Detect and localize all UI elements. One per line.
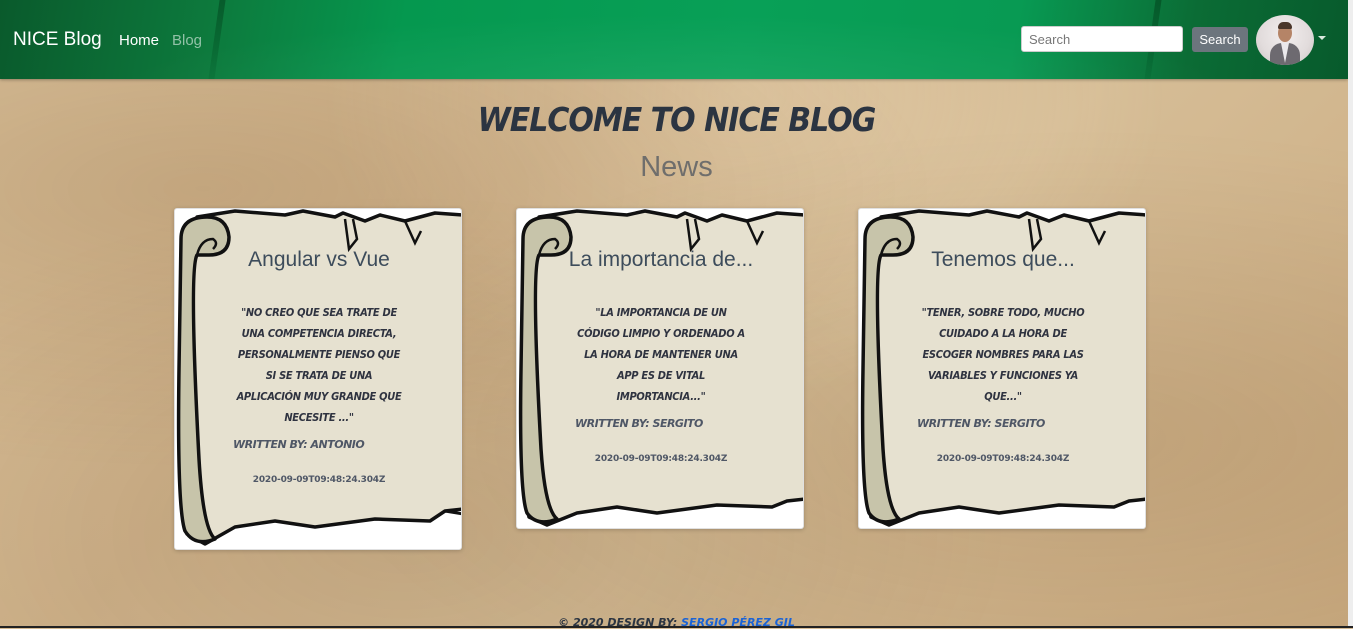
post-author: Written by: Sergito — [575, 417, 703, 430]
chevron-down-icon[interactable] — [1318, 36, 1326, 40]
post-title[interactable]: La importancia de... — [517, 248, 803, 272]
scrollbar[interactable] — [1348, 0, 1353, 628]
post-date: 2020-09-09T09:48:24.304Z — [594, 454, 728, 464]
post-title[interactable]: Angular vs Vue — [175, 248, 461, 272]
navbar-decoration — [208, 0, 226, 79]
section-title: News — [640, 151, 713, 183]
search-button[interactable]: Search — [1192, 27, 1248, 52]
brand-logo[interactable]: NICE Blog — [13, 29, 102, 51]
nav-link-home[interactable]: Home — [119, 32, 159, 49]
post-title[interactable]: Tenemos que... — [859, 248, 1145, 272]
post-author: Written by: Sergito — [917, 417, 1045, 430]
post-card[interactable]: Angular vs Vue "No creo que sea trate de… — [174, 208, 462, 550]
search-input[interactable] — [1021, 26, 1183, 52]
post-date: 2020-09-09T09:48:24.304Z — [936, 454, 1070, 464]
user-avatar[interactable] — [1256, 15, 1314, 65]
post-excerpt: "La importancia de un código limpio y or… — [577, 306, 745, 403]
navbar: NICE Blog Home Blog Search — [0, 0, 1348, 79]
post-author: Written by: Antonio — [233, 438, 365, 451]
post-date: 2020-09-09T09:48:24.304Z — [252, 475, 386, 485]
post-card[interactable]: La importancia de... "La importancia de … — [516, 208, 804, 529]
post-card[interactable]: Tenemos que... "Tener, sobre todo, mucho… — [858, 208, 1146, 529]
page-title: WELCOME TO NICE BLOG — [477, 101, 877, 140]
post-excerpt: "Tener, sobre todo, mucho cuidado a la h… — [921, 306, 1085, 403]
nav-link-blog[interactable]: Blog — [172, 32, 202, 49]
post-excerpt: "No creo que sea trate de una competenci… — [236, 306, 402, 424]
avatar-hair — [1278, 22, 1292, 29]
